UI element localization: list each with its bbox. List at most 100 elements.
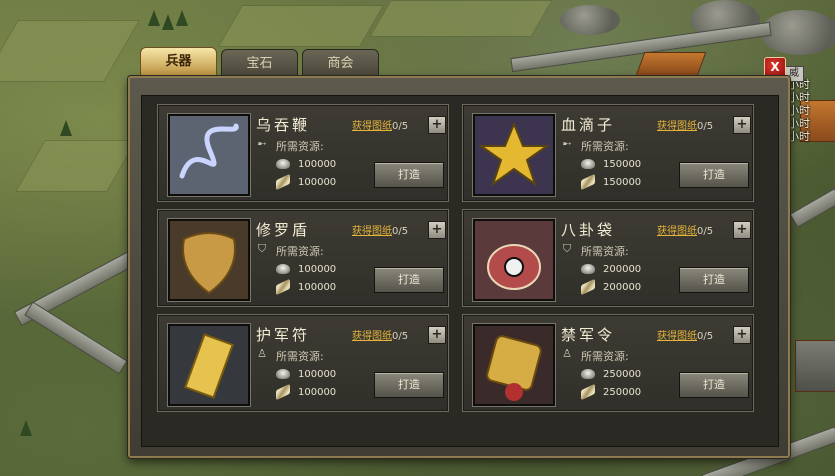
- blueprint-link[interactable]: 获得图纸: [657, 331, 697, 342]
- tree: [20, 420, 32, 436]
- blueprint-count: 0/5: [697, 331, 714, 342]
- forge-button[interactable]: 打造: [679, 267, 749, 293]
- fortress-wall: [24, 301, 128, 375]
- forge-button[interactable]: 打造: [374, 162, 444, 188]
- silver-cost: 100000: [298, 264, 337, 275]
- close-icon: X: [770, 60, 780, 74]
- forge-button[interactable]: 打造: [679, 162, 749, 188]
- material-icon: [581, 278, 595, 296]
- required-resources-label: 所需资源:: [276, 140, 324, 153]
- silver-cost: 200000: [603, 264, 642, 275]
- item-image[interactable]: [168, 324, 250, 406]
- farm-field: [0, 20, 140, 82]
- item-art: [170, 326, 248, 404]
- item-art: [170, 116, 248, 194]
- wood-cost-row: 150000: [581, 173, 642, 191]
- whip-icon: ➸: [257, 137, 267, 150]
- forge-button[interactable]: 打造: [374, 267, 444, 293]
- silver-cost: 100000: [298, 369, 337, 380]
- tree: [176, 10, 188, 26]
- item-name: 乌吞鞭: [256, 116, 311, 134]
- material-icon: [276, 173, 290, 191]
- silver-cost-row: 100000: [276, 159, 336, 173]
- blueprint-info: 获得图纸0/5: [657, 327, 713, 342]
- silver-cost: 250000: [603, 369, 642, 380]
- material-cost: 100000: [298, 387, 337, 398]
- farm-field: [217, 5, 385, 47]
- item-name: 八卦袋: [561, 221, 616, 239]
- farm-field: [369, 0, 553, 37]
- item-card: 八卦袋 获得图纸0/5 + ⛉ 所需资源: 200000 200000 打造: [462, 209, 754, 307]
- farm-field: [14, 140, 138, 192]
- side-hint-text: 小时: [788, 130, 810, 143]
- item-image[interactable]: [168, 114, 250, 196]
- side-hint-text: 小时: [788, 117, 810, 130]
- silver-cost: 150000: [603, 159, 642, 170]
- blueprint-link[interactable]: 获得图纸: [352, 331, 392, 342]
- material-cost: 100000: [298, 282, 337, 293]
- whip-icon: ➸: [562, 137, 572, 150]
- blueprint-info: 获得图纸0/5: [352, 222, 408, 237]
- material-cost: 150000: [603, 177, 642, 188]
- silver-cost-row: 100000: [276, 369, 336, 383]
- blueprint-link[interactable]: 获得图纸: [352, 226, 392, 237]
- blueprint-info: 获得图纸0/5: [657, 222, 713, 237]
- tab-gems[interactable]: 宝石: [221, 49, 298, 77]
- item-image[interactable]: [473, 324, 555, 406]
- building-roof: [635, 52, 707, 76]
- tab-weapons[interactable]: 兵器: [140, 47, 217, 77]
- material-icon: [581, 383, 595, 401]
- item-image[interactable]: [473, 114, 555, 196]
- tab-guild[interactable]: 商会: [302, 49, 379, 77]
- silver-cost-row: 100000: [276, 264, 336, 278]
- blueprint-link[interactable]: 获得图纸: [657, 226, 697, 237]
- add-blueprint-button[interactable]: +: [733, 116, 751, 134]
- blueprint-link[interactable]: 获得图纸: [352, 121, 392, 132]
- blueprint-count: 0/5: [697, 121, 714, 132]
- item-image[interactable]: [473, 219, 555, 301]
- item-card: 血滴子 获得图纸0/5 + ➸ 所需资源: 150000 150000 打造: [462, 104, 754, 202]
- wood-cost-row: 100000: [276, 173, 337, 191]
- side-hint-list: 小时 小时 小时 小时 小时: [788, 78, 810, 143]
- silver-cost-row: 150000: [581, 159, 641, 173]
- add-blueprint-button[interactable]: +: [428, 116, 446, 134]
- item-art: [170, 221, 248, 299]
- item-art: [475, 326, 553, 404]
- silver-ingot-icon: [581, 369, 595, 379]
- material-cost: 250000: [603, 387, 642, 398]
- required-resources-label: 所需资源:: [581, 140, 629, 153]
- forge-button[interactable]: 打造: [374, 372, 444, 398]
- item-card: 乌吞鞭 获得图纸0/5 + ➸ 所需资源: 100000 100000 打造: [157, 104, 449, 202]
- blueprint-count: 0/5: [392, 226, 409, 237]
- item-art: [475, 116, 553, 194]
- shield-icon: ⛉: [257, 242, 267, 255]
- wood-cost-row: 250000: [581, 383, 642, 401]
- item-image[interactable]: [168, 219, 250, 301]
- blueprint-info: 获得图纸0/5: [352, 117, 408, 132]
- forge-button[interactable]: 打造: [679, 372, 749, 398]
- item-card: 修罗盾 获得图纸0/5 + ⛉ 所需资源: 100000 100000 打造: [157, 209, 449, 307]
- item-name: 血滴子: [561, 116, 616, 134]
- add-blueprint-button[interactable]: +: [733, 326, 751, 344]
- wood-cost-row: 100000: [276, 278, 337, 296]
- item-card: 护军符 获得图纸0/5 + ♙ 所需资源: 100000 100000 打造: [157, 314, 449, 412]
- material-cost: 100000: [298, 177, 337, 188]
- fortress-wall: [789, 188, 835, 228]
- tree: [148, 10, 160, 26]
- item-art-shape: [504, 257, 524, 277]
- required-resources-label: 所需资源:: [581, 245, 629, 258]
- add-blueprint-button[interactable]: +: [733, 221, 751, 239]
- wood-cost-row: 200000: [581, 278, 641, 296]
- add-blueprint-button[interactable]: +: [428, 326, 446, 344]
- blueprint-count: 0/5: [392, 331, 409, 342]
- item-name: 护军符: [256, 326, 311, 344]
- required-resources-label: 所需资源:: [276, 350, 324, 363]
- blueprint-info: 获得图纸0/5: [352, 327, 408, 342]
- material-icon: [581, 173, 595, 191]
- side-hint-text: 小时: [788, 91, 810, 104]
- tower-building: [795, 340, 835, 392]
- tree: [162, 14, 174, 30]
- blueprint-link[interactable]: 获得图纸: [657, 121, 697, 132]
- item-art-shape: [505, 383, 523, 401]
- add-blueprint-button[interactable]: +: [428, 221, 446, 239]
